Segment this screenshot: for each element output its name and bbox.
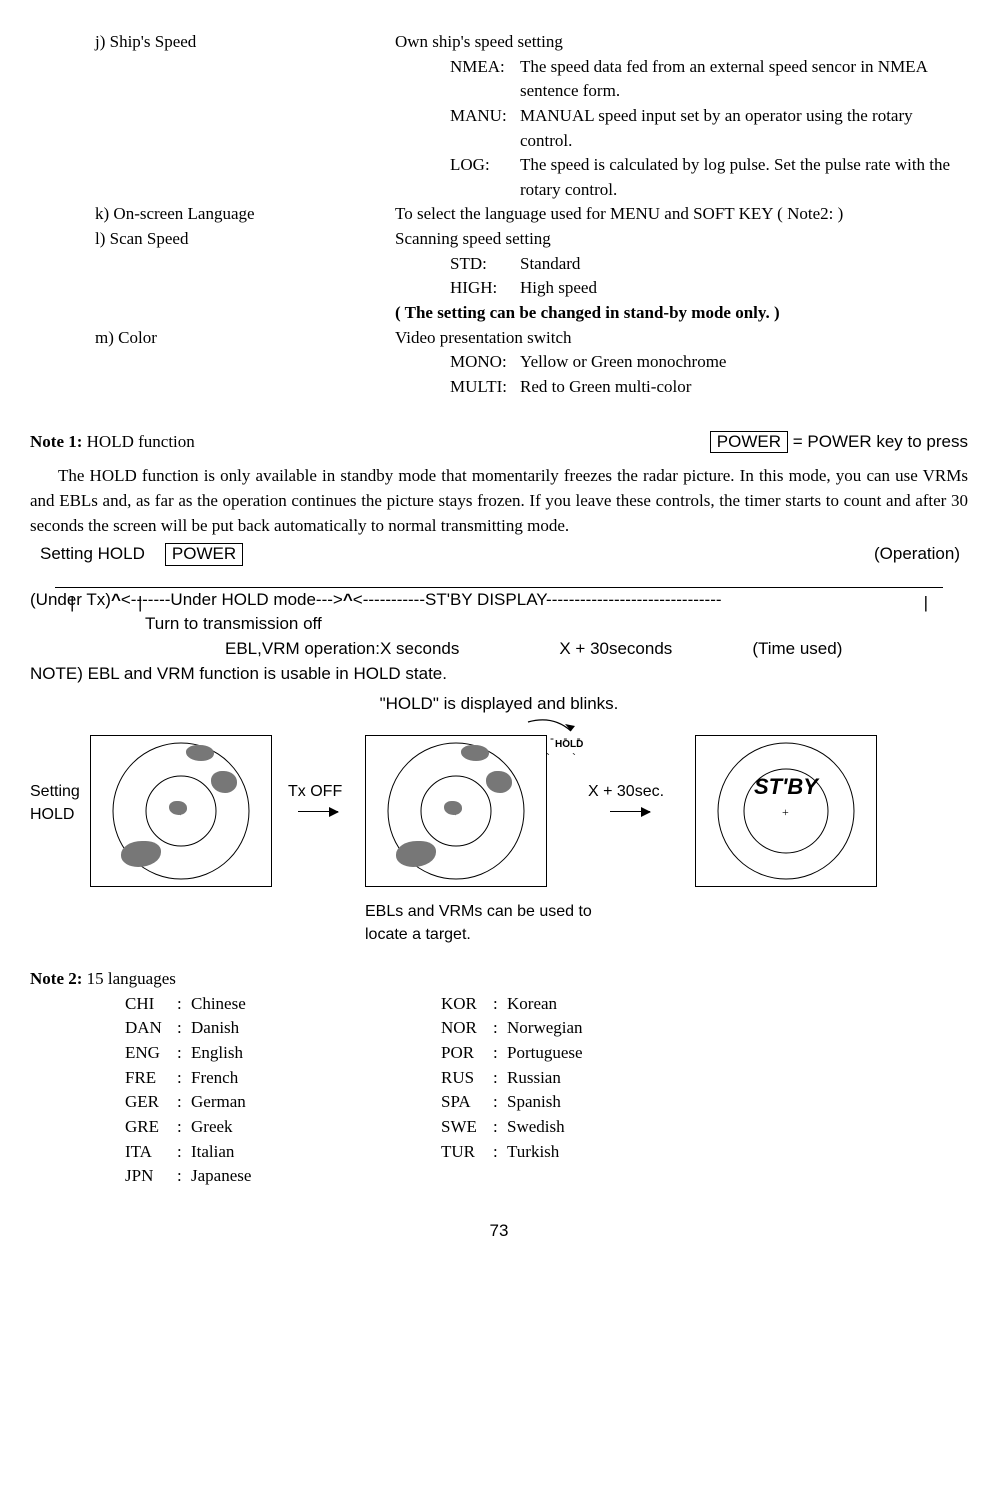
lang-code: GER [125,1090,177,1115]
setting-hold-label: Setting HOLD [40,542,145,567]
hold-blinks-line: "HOLD" is displayed and blinks. [30,692,968,717]
lang-name: German [191,1090,371,1115]
lang-code: SWE [441,1115,493,1140]
stby-text: ST'BY [754,774,818,800]
lang-code: JPN [125,1164,177,1189]
tx-off-label: Tx OFF [288,780,342,803]
lang-code: TUR [441,1140,493,1165]
lang-row: GRE: GreekSWE: Swedish [30,1115,968,1140]
def-body: Own ship's speed setting [395,30,968,55]
hold-diagram: Setting HOLD + Tx OFF + - - - HOLD ` ` X… [30,725,968,965]
note2-block: Note 2: 15 languages [30,967,968,992]
lang-code: SPA [441,1090,493,1115]
lang-name: Danish [191,1016,371,1041]
ebl-foot-line: EBLs and VRMs can be used to locate a ta… [365,900,605,946]
lang-row: JPN: Japanese [30,1164,968,1189]
mode-timeline: (Under Tx)^<-------Under HOLD mode--->^<… [30,588,968,613]
note1-paragraph: The HOLD function is only available in s… [30,464,968,538]
lang-name: Spanish [507,1090,687,1115]
lang-row: FRE: FrenchRUS: Russian [30,1066,968,1091]
lang-name: Turkish [507,1140,687,1165]
lang-name: Japanese [191,1164,371,1189]
tx-off-line: Turn to transmission off [145,612,968,637]
lang-row: ITA: ItalianTUR: Turkish [30,1140,968,1165]
lang-code: ENG [125,1041,177,1066]
lang-code: KOR [441,992,493,1017]
lang-row: GER: GermanSPA: Spanish [30,1090,968,1115]
power-key-box: POWER [710,431,788,453]
operation-label: (Operation) [874,542,960,567]
lang-code: ITA [125,1140,177,1165]
radar-screen-2: + [365,735,547,887]
note1-header: Note 1: HOLD function POWER = POWER key … [30,430,968,455]
page-number: 73 [30,1219,968,1244]
lang-code: NOR [441,1016,493,1041]
lang-code: GRE [125,1115,177,1140]
lang-code: RUS [441,1066,493,1091]
setting-hold-label2: Setting HOLD [30,780,80,826]
sub-row: NMEA:The speed data fed from an external… [395,55,968,104]
power-box-inline: POWER [165,543,243,565]
language-table: CHI: ChineseKOR: KoreanDAN: DanishNOR: N… [30,992,968,1189]
lang-name: Greek [191,1115,371,1140]
arrow-icon [298,811,338,812]
note1-title: Note 1: [30,432,82,451]
lang-row: CHI: ChineseKOR: Korean [30,992,968,1017]
standby-note: ( The setting can be changed in stand-by… [395,301,968,326]
lang-name: Portuguese [507,1041,687,1066]
lang-name: Swedish [507,1115,687,1140]
radar-screen-1: + [90,735,272,887]
lang-name: Russian [507,1066,687,1091]
lang-row: ENG: EnglishPOR: Portuguese [30,1041,968,1066]
def-label: j) Ship's Speed [30,30,395,55]
lang-code: FRE [125,1066,177,1091]
lang-name: French [191,1066,371,1091]
radar-screen-3: + ST'BY [695,735,877,887]
svg-text:+: + [782,805,789,819]
lang-code: CHI [125,992,177,1017]
lang-name: Chinese [191,992,371,1017]
lang-code: POR [441,1041,493,1066]
ebl-note-line: NOTE) EBL and VRM function is usable in … [30,662,968,687]
lang-name: Korean [507,992,687,1017]
lang-row: DAN: DanishNOR: Norwegian [30,1016,968,1041]
def-row: j) Ship's Speed Own ship's speed setting [30,30,968,55]
lang-name: English [191,1041,371,1066]
lang-name: Italian [191,1140,371,1165]
hold-indicator: HOLD [555,739,583,750]
x30-label: X + 30sec. [588,780,664,803]
arrow-icon [610,811,650,812]
lang-name: Norwegian [507,1016,687,1041]
lang-code: DAN [125,1016,177,1041]
